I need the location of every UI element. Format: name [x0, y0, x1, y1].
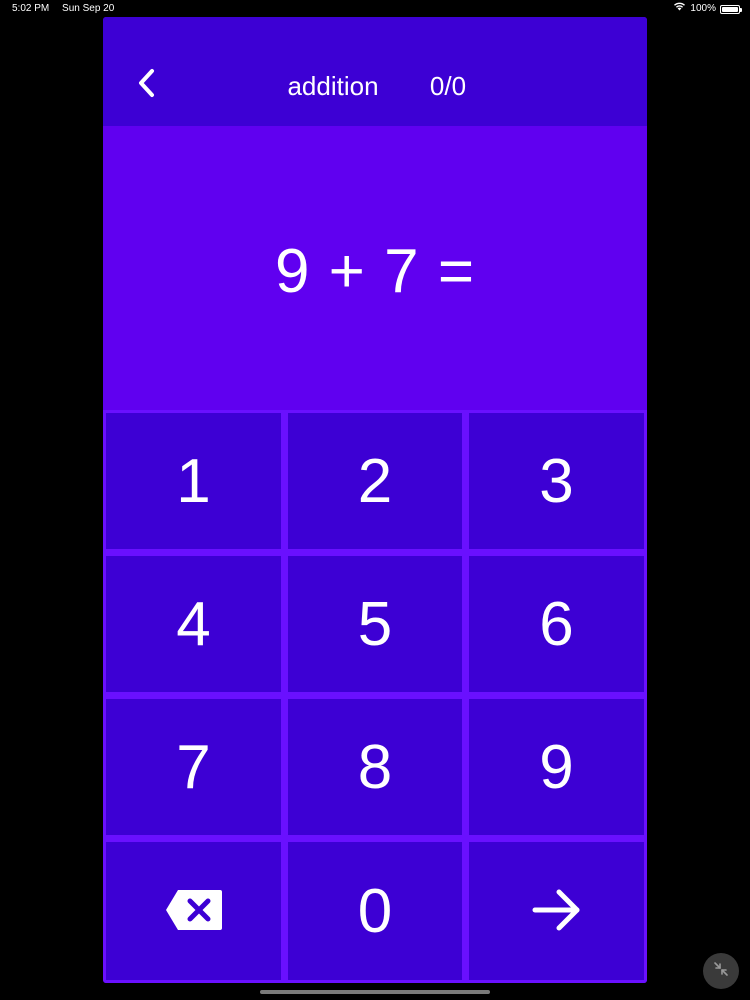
submit-button[interactable] — [469, 842, 644, 980]
battery-icon — [720, 4, 742, 14]
key-label: 6 — [539, 589, 574, 659]
key-8[interactable]: 8 — [288, 699, 462, 835]
key-4[interactable]: 4 — [106, 556, 281, 692]
status-date: Sun Sep 20 — [62, 3, 115, 14]
backspace-button[interactable] — [106, 842, 281, 980]
key-2[interactable]: 2 — [288, 413, 462, 549]
collapse-arrows-icon — [712, 960, 730, 983]
status-left: 5:02 PM Sun Sep 20 — [12, 0, 124, 18]
home-indicator[interactable] — [260, 990, 490, 994]
key-label: 2 — [357, 446, 393, 516]
key-label: 8 — [357, 732, 393, 802]
key-7[interactable]: 7 — [106, 699, 281, 835]
header-bar: addition 0/0 — [103, 17, 647, 126]
screen: 5:02 PM Sun Sep 20 100% addition 0/0 9 +… — [0, 0, 750, 1000]
key-label: 3 — [539, 446, 574, 516]
back-button[interactable] — [127, 65, 167, 105]
key-1[interactable]: 1 — [106, 413, 281, 549]
question-text: 9 + 7 = — [274, 237, 476, 306]
key-9[interactable]: 9 — [469, 699, 644, 835]
chevron-left-icon — [136, 68, 158, 103]
collapse-button[interactable] — [703, 953, 739, 989]
wifi-icon — [673, 0, 686, 18]
arrow-right-icon — [531, 876, 583, 947]
keypad: 1 2 3 4 5 6 7 8 9 0 — [103, 410, 647, 983]
status-time: 5:02 PM — [12, 3, 50, 14]
app-window: addition 0/0 9 + 7 = 1 2 3 4 5 6 7 8 9 0 — [103, 17, 647, 983]
key-label: 7 — [176, 732, 211, 802]
key-label: 0 — [357, 876, 393, 946]
page-title: addition — [287, 71, 379, 101]
score-counter: 0/0 — [429, 71, 467, 101]
battery-percent: 100% — [690, 3, 716, 14]
key-5[interactable]: 5 — [288, 556, 462, 692]
question-area: 9 + 7 = — [103, 126, 647, 410]
status-bar: 5:02 PM Sun Sep 20 100% — [0, 0, 750, 18]
battery-level-fill — [722, 6, 738, 12]
key-6[interactable]: 6 — [469, 556, 644, 692]
key-3[interactable]: 3 — [469, 413, 644, 549]
key-label: 5 — [357, 589, 393, 659]
key-label: 4 — [176, 589, 211, 659]
status-right: 100% — [673, 0, 742, 18]
key-0[interactable]: 0 — [288, 842, 462, 980]
backspace-icon — [164, 876, 224, 947]
key-label: 9 — [539, 732, 574, 802]
key-label: 1 — [176, 446, 211, 516]
